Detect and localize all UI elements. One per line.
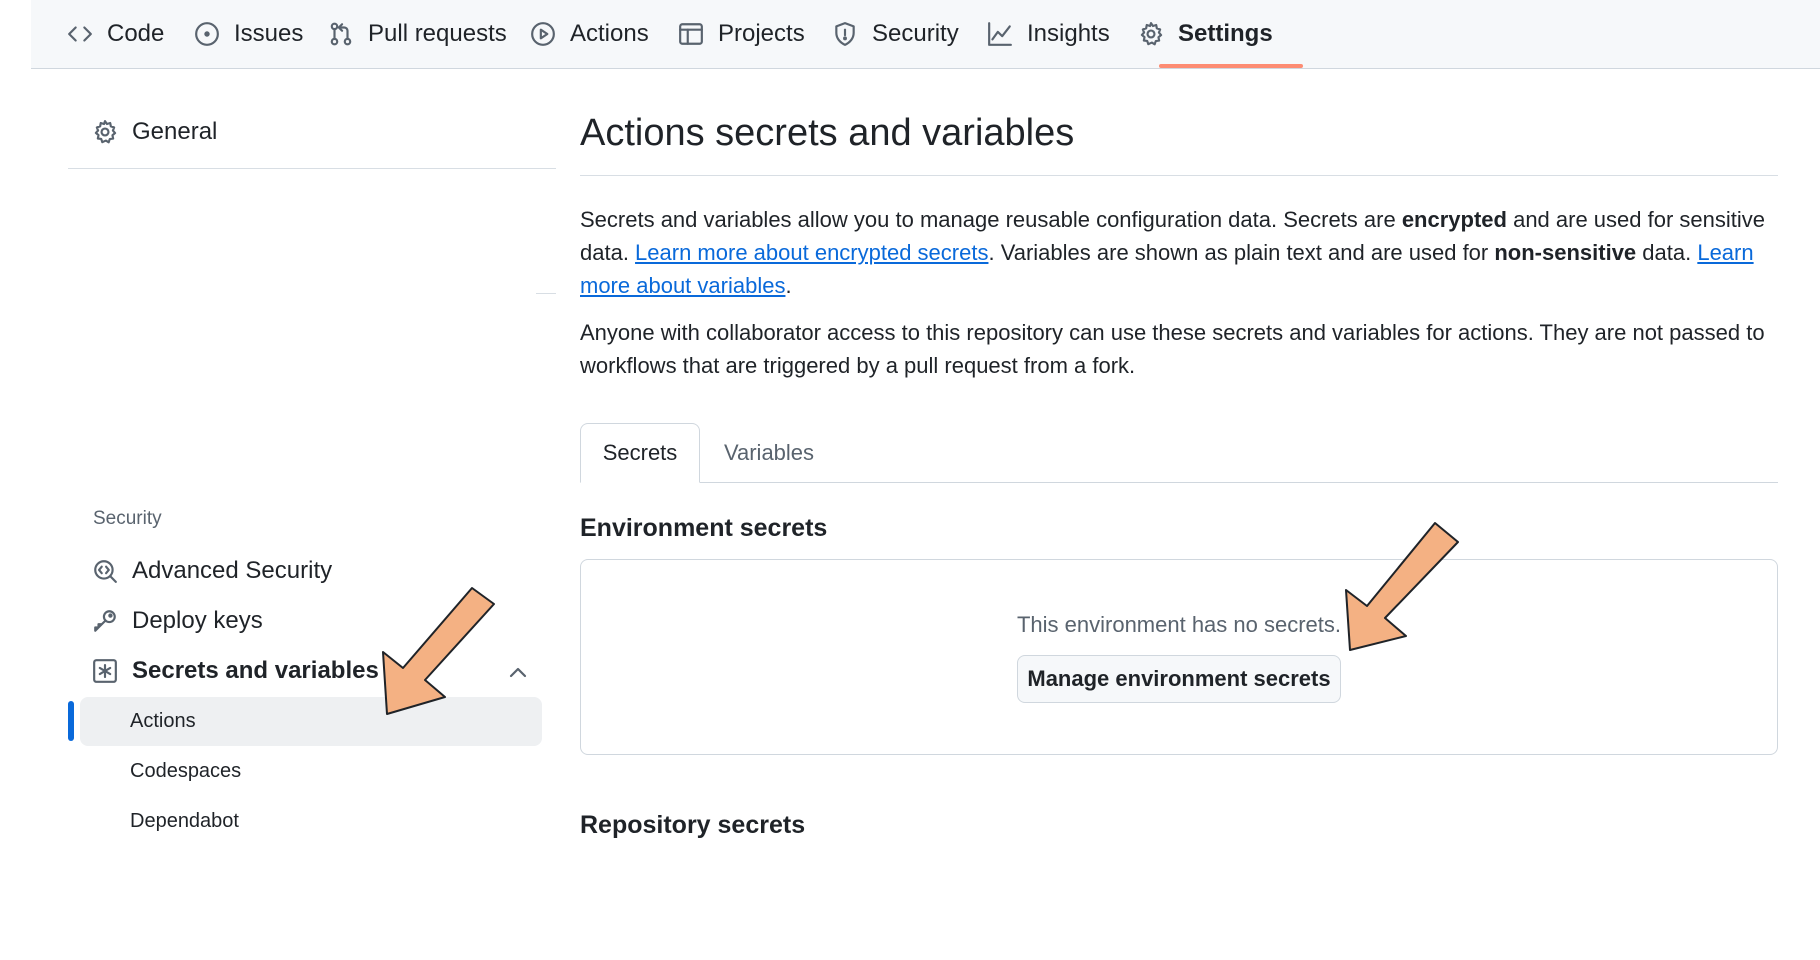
pull-request-icon [330,22,352,46]
selected-tab-underline [1159,64,1303,68]
sidebar-subitem-dependabot[interactable]: Dependabot [130,801,239,841]
active-indicator-bar [68,701,74,741]
table-icon [679,23,703,45]
nav-code-label: Code [107,20,165,47]
description-text: data. [1636,240,1698,265]
nav-pull-requests-label: Pull requests [368,20,507,47]
description-emphasis: encrypted [1401,207,1507,232]
chevron-up-icon[interactable] [508,663,528,683]
sidebar-item-label: Advanced Security [132,557,333,584]
sidebar-item-advanced-security[interactable]: Advanced Security [92,551,332,591]
nav-settings-label: Settings [1178,20,1273,47]
nav-settings[interactable]: Settings [1138,0,1273,68]
sidebar-item-label: Deploy keys [132,607,263,634]
nav-issues-label: Issues [234,20,304,47]
play-icon [531,22,555,46]
nav-actions-label: Actions [570,20,649,47]
nav-insights[interactable]: Insights [987,0,1110,68]
environment-secrets-box: This environment has no secrets. Manage … [580,559,1778,755]
collaborator-note: Anyone with collaborator access to this … [580,320,1765,378]
gear-icon [1140,22,1163,46]
asterisk-box-icon [93,659,117,683]
page-title: Actions secrets and variables [580,112,1075,154]
description-paragraph: Secrets and variables allow you to manag… [580,203,1780,302]
sidebar-item-general[interactable]: General [92,112,217,152]
nav-insights-label: Insights [1027,20,1110,47]
sidebar-item-secrets-and-variables[interactable]: Secrets and variables [92,651,379,691]
manage-environment-secrets-button[interactable]: Manage environment secrets [1017,655,1341,703]
sidebar-divider [536,293,556,294]
description-text: Secrets and variables allow you to manag… [580,207,1402,232]
nav-projects[interactable]: Projects [678,0,805,68]
code-icon [68,26,92,42]
description-emphasis: non-sensitive [1494,240,1637,265]
description-text: . Variables are shown as plain text and … [988,240,1495,265]
environment-secrets-heading: Environment secrets [580,514,828,542]
nav-code[interactable]: Code [67,0,164,68]
nav-security-label: Security [872,20,959,47]
learn-more-encrypted-secrets-link[interactable]: Learn more about encrypted secrets [635,240,988,265]
graph-icon [988,22,1012,46]
title-divider [580,175,1778,176]
key-icon [94,610,116,632]
nav-issues[interactable]: Issues [194,0,303,68]
empty-state-message: This environment has no secrets. [1016,612,1342,637]
tab-variables[interactable]: Variables [714,423,824,483]
sidebar-subitem-codespaces[interactable]: Codespaces [130,751,241,791]
nav-pull-requests[interactable]: Pull requests [328,0,507,68]
repository-secrets-heading: Repository secrets [580,811,806,839]
repo-nav: Code Issues Pull requests Actions Projec… [31,0,1820,69]
sidebar-subitem-actions[interactable]: Actions [130,701,196,741]
sidebar-section-heading-security: Security [93,508,162,529]
tab-secrets[interactable]: Secrets [580,423,700,483]
gear-icon [94,120,117,144]
sidebar-item-deploy-keys[interactable]: Deploy keys [92,601,263,641]
sidebar-item-general-label: General [132,118,218,145]
shield-icon [835,22,855,46]
codescan-icon [94,560,117,583]
sidebar-item-label: Secrets and variables [132,657,379,684]
nav-actions[interactable]: Actions [530,0,649,68]
sidebar-divider [68,168,556,169]
description-text: . [785,273,792,298]
issue-icon [195,22,219,46]
annotation-arrow [382,587,495,715]
nav-security[interactable]: Security [832,0,959,68]
nav-projects-label: Projects [718,20,805,47]
